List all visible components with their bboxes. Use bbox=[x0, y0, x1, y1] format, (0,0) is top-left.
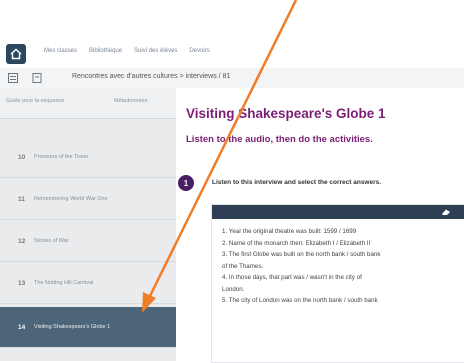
sidebar-item-number: 12 bbox=[18, 237, 26, 245]
question-item: of the Thames. bbox=[222, 262, 264, 270]
question-item[interactable]: 4. In those days, that part was / wasn't… bbox=[222, 272, 464, 284]
sidebar-tabs: Guide pour la séquence Métadonnées bbox=[0, 88, 176, 119]
sidebar-item-number: 14 bbox=[18, 323, 26, 331]
sidebar-item-label: Stories of War bbox=[34, 238, 69, 244]
sidebar-item-number: 10 bbox=[18, 153, 26, 161]
sidebar-item-number: 11 bbox=[18, 195, 25, 203]
top-navigation: Mes classes Bibliothèque Suivi des élève… bbox=[0, 40, 464, 68]
home-button[interactable] bbox=[6, 44, 26, 64]
step-number-badge: 1 bbox=[178, 175, 194, 191]
sidebar: Guide pour la séquence Métadonnées 10 Pr… bbox=[0, 88, 183, 361]
question-item: London. bbox=[222, 285, 245, 293]
activity-panel: 1. Year the original theatre was built: … bbox=[211, 204, 464, 363]
sidebar-item-label: Visiting Shakespeare's Globe 1 bbox=[34, 324, 111, 330]
tab-sequence-guide[interactable]: Guide pour la séquence bbox=[6, 98, 64, 104]
lesson-content: Visiting Shakespeare's Globe 1 Listen to… bbox=[176, 88, 464, 363]
sidebar-item-13[interactable]: 13 The Notting Hill Carnival bbox=[0, 263, 176, 304]
breadcrumb-bar: Rencontres avec d'autres cultures > inte… bbox=[0, 68, 464, 89]
sidebar-item-number: 13 bbox=[18, 279, 26, 287]
sidebar-item-10[interactable]: 10 Prisoners of the Tower bbox=[0, 137, 176, 178]
sidebar-item-label: Prisoners of the Tower bbox=[34, 154, 89, 160]
tab-metadata[interactable]: Métadonnées bbox=[114, 98, 147, 104]
nav-link-library[interactable]: Bibliothèque bbox=[89, 48, 122, 54]
nav-link-homework[interactable]: Devoirs bbox=[189, 48, 209, 54]
nav-link-classes[interactable]: Mes classes bbox=[44, 48, 77, 54]
sidebar-item-12[interactable]: 12 Stories of War bbox=[0, 221, 176, 262]
page-subtitle: Listen to the audio, then do the activit… bbox=[186, 134, 373, 145]
page-title: Visiting Shakespeare's Globe 1 bbox=[186, 106, 386, 121]
activity-instruction: Listen to this interview and select the … bbox=[212, 179, 382, 186]
question-item[interactable]: 1. Year the original theatre was built: … bbox=[222, 226, 464, 238]
activity-toolbar bbox=[212, 205, 464, 219]
sidebar-item-11[interactable]: 11 Remembering World War One bbox=[0, 179, 176, 220]
document-icon[interactable] bbox=[32, 73, 42, 83]
breadcrumb[interactable]: Rencontres avec d'autres cultures > inte… bbox=[72, 73, 230, 80]
question-list: 1. Year the original theatre was built: … bbox=[212, 219, 464, 307]
list-icon[interactable] bbox=[8, 73, 18, 83]
sidebar-item-label: The Notting Hill Carnival bbox=[34, 280, 94, 286]
sidebar-item-label: Remembering World War One bbox=[34, 196, 108, 202]
question-item[interactable]: 5. The city of London was on the north b… bbox=[222, 295, 464, 307]
question-item[interactable]: 3. The first Globe was built on the nort… bbox=[222, 249, 464, 261]
home-icon bbox=[10, 48, 22, 60]
question-item[interactable]: 2. Name of the monarch then: Elizabeth I… bbox=[222, 238, 464, 250]
sidebar-item-14-active[interactable]: 14 Visiting Shakespeare's Globe 1 bbox=[0, 307, 183, 348]
eraser-icon[interactable] bbox=[441, 208, 451, 216]
nav-link-student-tracking[interactable]: Suivi des élèves bbox=[134, 48, 177, 54]
